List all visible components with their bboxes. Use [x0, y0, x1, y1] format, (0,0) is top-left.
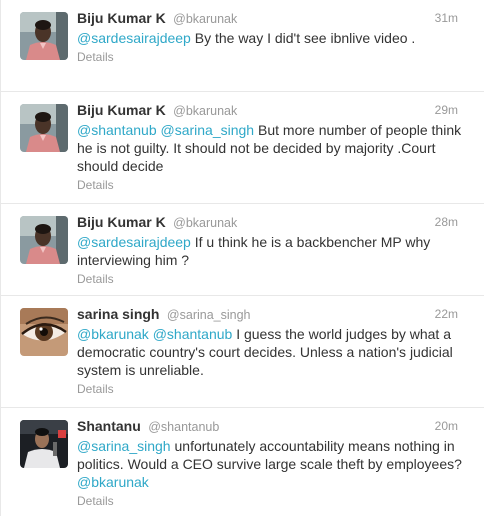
mention-link[interactable]: @shantanub [153, 326, 233, 342]
mention-link[interactable]: @sardesairajdeep [77, 30, 191, 46]
tweet-text: @sardesairajdeep By the way I did't see … [77, 29, 467, 47]
details-link[interactable]: Details [77, 494, 472, 508]
tweet-timestamp[interactable]: 22m [435, 306, 458, 322]
tweet[interactable]: Biju Kumar K @bkarunak 28m @sardesairajd… [1, 204, 484, 296]
tweet-fullname[interactable]: Biju Kumar K [77, 214, 166, 230]
tweet-username[interactable]: @bkarunak [173, 216, 237, 230]
tweet-fullname[interactable]: Shantanu [77, 418, 141, 434]
tweet-fullname[interactable]: sarina singh [77, 306, 159, 322]
tweet-timestamp[interactable]: 29m [435, 102, 458, 118]
details-link[interactable]: Details [77, 272, 472, 286]
tweet-header: Shantanu @shantanub [77, 418, 472, 434]
tweet-timestamp[interactable]: 28m [435, 214, 458, 230]
tweet[interactable]: sarina singh @sarina_singh 22m @bkarunak… [1, 296, 484, 408]
tweet-timeline: Biju Kumar K @bkarunak 31m @sardesairajd… [0, 0, 484, 516]
tweet-header: Biju Kumar K @bkarunak [77, 10, 472, 26]
tweet-text-segment: By the way I did't see ibnlive video . [190, 30, 416, 46]
tweet-username[interactable]: @sarina_singh [167, 308, 251, 322]
tweet-username[interactable]: @bkarunak [173, 12, 237, 26]
mention-link[interactable]: @shantanub [77, 122, 157, 138]
mention-link[interactable]: @sardesairajdeep [77, 234, 191, 250]
person-photo-icon [20, 12, 68, 60]
tweet-text: @sarina_singh unfortunately accountabili… [77, 437, 467, 491]
tweet-fullname[interactable]: Biju Kumar K [77, 10, 166, 26]
details-link[interactable]: Details [77, 50, 472, 64]
avatar[interactable] [20, 216, 68, 264]
tweet-username[interactable]: @shantanub [148, 420, 219, 434]
details-link[interactable]: Details [77, 382, 472, 396]
tweet-fullname[interactable]: Biju Kumar K [77, 102, 166, 118]
eye-photo-icon [20, 308, 68, 356]
avatar[interactable] [20, 308, 68, 356]
tweet[interactable]: Biju Kumar K @bkarunak 31m @sardesairajd… [1, 0, 484, 92]
person-photo-icon [20, 104, 68, 152]
tweet-header: sarina singh @sarina_singh [77, 306, 472, 322]
tweet-timestamp[interactable]: 31m [435, 10, 458, 26]
avatar[interactable] [20, 12, 68, 60]
person-speaking-photo-icon [20, 420, 68, 468]
avatar[interactable] [20, 420, 68, 468]
tweet-text: @sardesairajdeep If u think he is a back… [77, 233, 467, 269]
tweet[interactable]: Shantanu @shantanub 20m @sarina_singh un… [1, 408, 484, 516]
mention-link[interactable]: @bkarunak [77, 474, 149, 490]
tweet-text: @bkarunak @shantanub I guess the world j… [77, 325, 467, 379]
tweet[interactable]: Biju Kumar K @bkarunak 29m @shantanub @s… [1, 92, 484, 204]
tweet-header: Biju Kumar K @bkarunak [77, 102, 472, 118]
details-link[interactable]: Details [77, 178, 472, 192]
mention-link[interactable]: @sarina_singh [77, 438, 171, 454]
person-photo-icon [20, 216, 68, 264]
tweet-timestamp[interactable]: 20m [435, 418, 458, 434]
mention-link[interactable]: @bkarunak [77, 326, 149, 342]
mention-link[interactable]: @sarina_singh [161, 122, 255, 138]
avatar[interactable] [20, 104, 68, 152]
tweet-text: @shantanub @sarina_singh But more number… [77, 121, 467, 175]
tweet-header: Biju Kumar K @bkarunak [77, 214, 472, 230]
tweet-username[interactable]: @bkarunak [173, 104, 237, 118]
